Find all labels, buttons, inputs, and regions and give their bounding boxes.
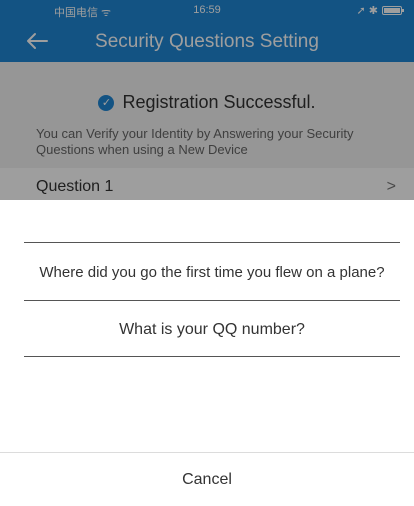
question-option[interactable]: What is your QQ number? (24, 302, 400, 357)
cancel-button[interactable]: Cancel (0, 453, 414, 506)
screen: ✓ Registration Successful. You can Verif… (0, 0, 414, 506)
question-option[interactable]: Where did you go the first time you flew… (24, 244, 400, 301)
question-option[interactable] (24, 200, 400, 243)
question-action-sheet: Where did you go the first time you flew… (0, 200, 414, 506)
